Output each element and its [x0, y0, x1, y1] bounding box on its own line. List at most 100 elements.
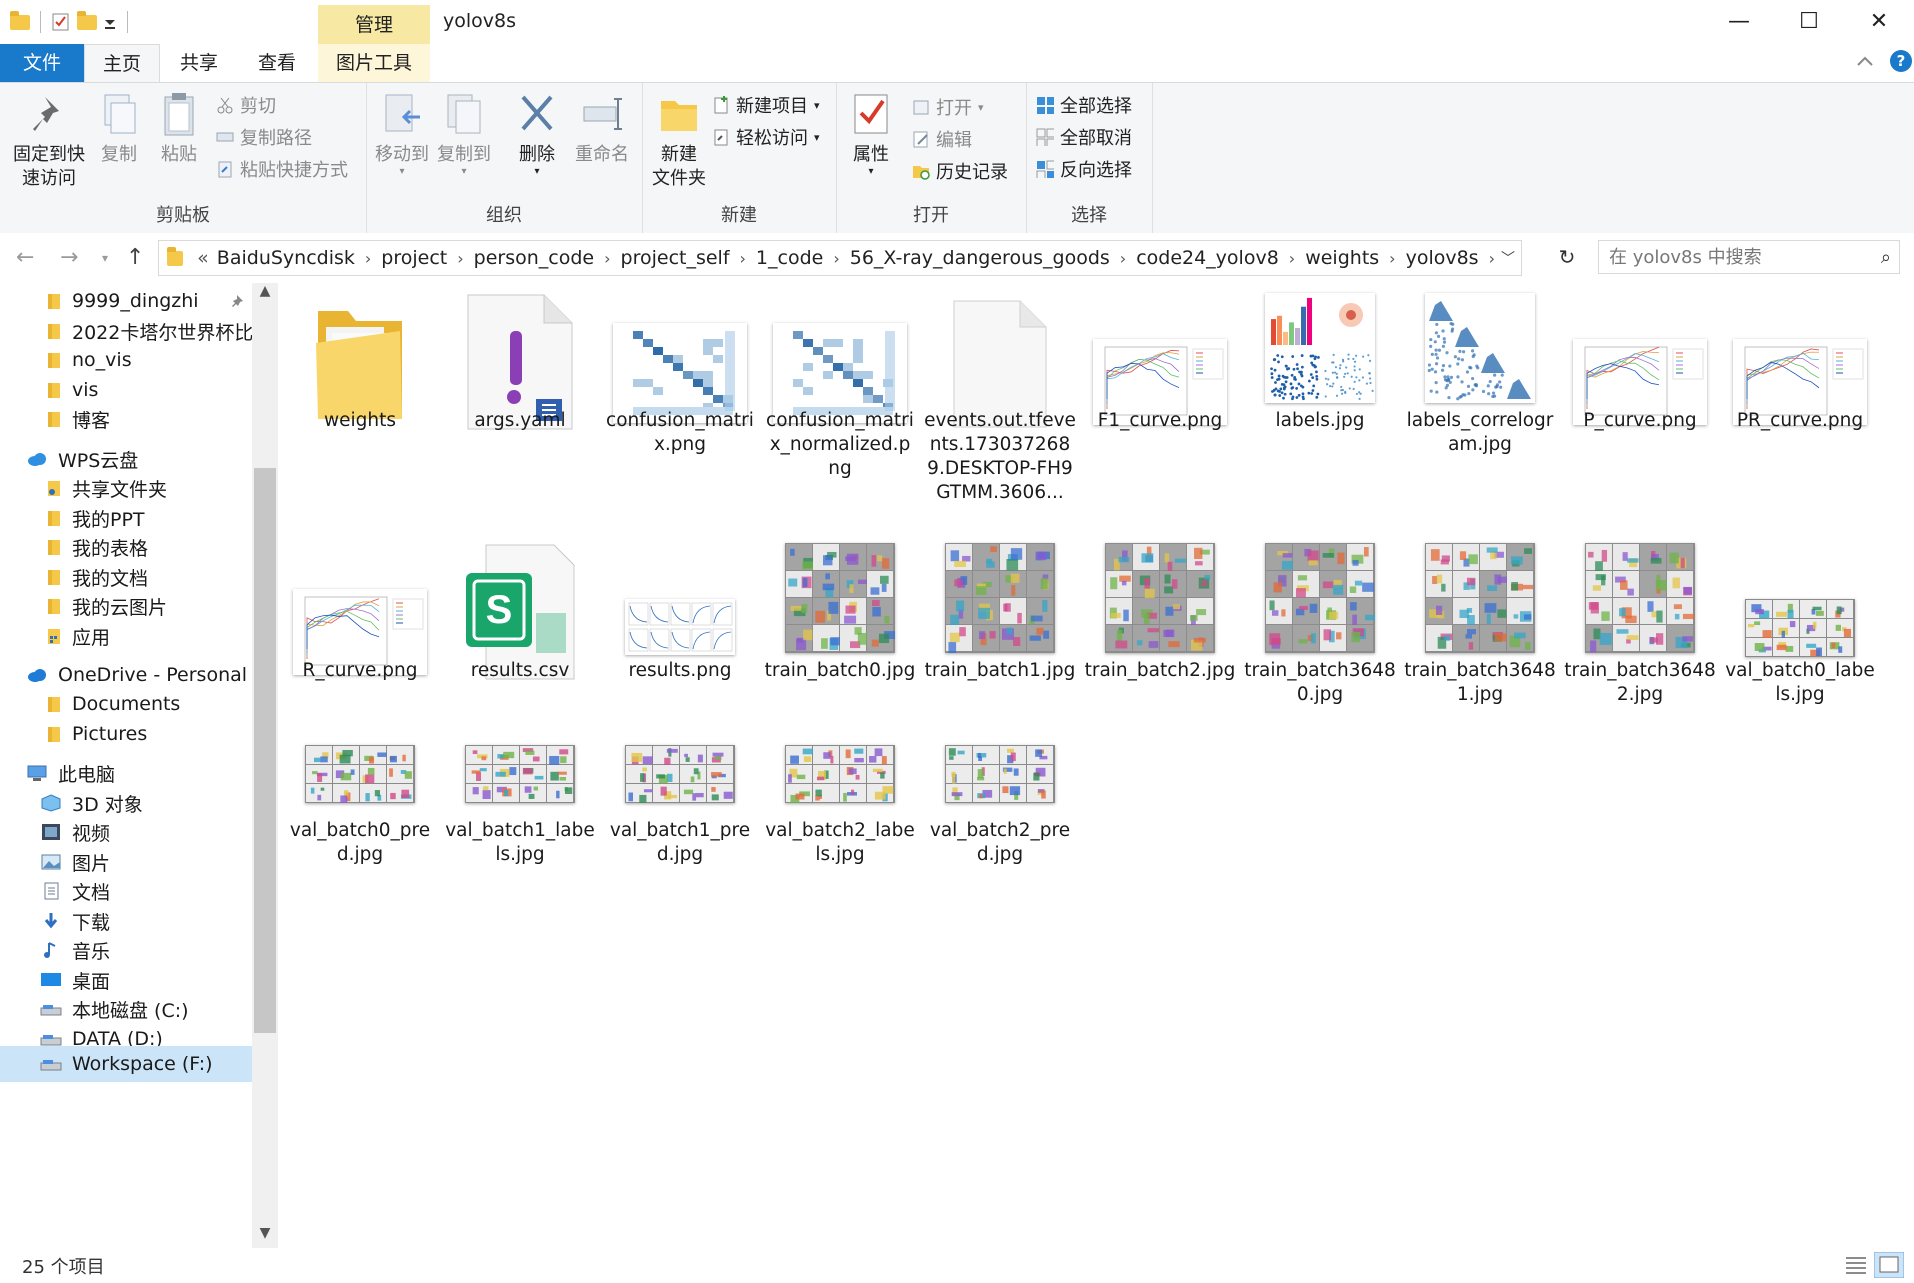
scrollbar-thumb[interactable]: [254, 468, 276, 1033]
file-item[interactable]: P_curve.png: [1564, 293, 1716, 513]
invert-selection-button[interactable]: 反向选择: [1036, 155, 1132, 183]
chevron-right-icon[interactable]: ›: [451, 249, 469, 268]
chevron-right-icon[interactable]: ›: [827, 249, 845, 268]
copy-to-button[interactable]: 复制到 ▾: [432, 91, 496, 177]
select-none-button[interactable]: 全部取消: [1036, 123, 1132, 151]
file-item[interactable]: train_batch2.jpg: [1084, 543, 1236, 763]
properties-button[interactable]: 属性 ▾: [846, 91, 896, 177]
rename-button[interactable]: 重命名: [570, 91, 634, 167]
file-item[interactable]: confusion_matrix.png: [604, 293, 756, 513]
file-item[interactable]: val_batch1_pred.jpg: [604, 745, 756, 965]
maximize-button[interactable]: ☐: [1774, 0, 1844, 44]
tab-view[interactable]: 查看: [238, 44, 316, 82]
sidebar-item[interactable]: Workspace (F:): [0, 1046, 252, 1082]
copy-path-button[interactable]: 复制路径: [216, 123, 312, 151]
pin-quick-access-button[interactable]: 固定到快 速访问: [8, 91, 90, 191]
file-item[interactable]: val_batch2_labels.jpg: [764, 745, 916, 965]
file-item[interactable]: train_batch36480.jpg: [1244, 543, 1396, 763]
breadcrumb-item[interactable]: weights: [1301, 247, 1383, 269]
chevron-right-icon[interactable]: ›: [1383, 249, 1401, 268]
address-bar[interactable]: « BaiduSyncdisk › project › person_code › proj…: [158, 240, 1522, 276]
collapse-ribbon-icon[interactable]: [1856, 54, 1874, 68]
chevron-right-icon[interactable]: ›: [1114, 249, 1132, 268]
edit-button[interactable]: 编辑: [912, 125, 972, 153]
file-item[interactable]: labels_correlogram.jpg: [1404, 293, 1556, 513]
breadcrumb-item[interactable]: 1_code: [752, 247, 827, 269]
new-item-button[interactable]: 新建项目 ▾: [712, 91, 820, 119]
select-all-button[interactable]: 全部选择: [1036, 91, 1132, 119]
folder-icon: [40, 597, 62, 615]
tab-picture-tools[interactable]: 图片工具: [318, 44, 430, 82]
sidebar-item[interactable]: 博客: [0, 401, 252, 437]
recent-locations-icon[interactable]: ▾: [102, 251, 108, 265]
customize-toolbar-icon[interactable]: [103, 12, 117, 32]
file-item[interactable]: train_batch36482.jpg: [1564, 543, 1716, 763]
breadcrumb-item[interactable]: project: [377, 247, 451, 269]
file-item[interactable]: val_batch1_labels.jpg: [444, 745, 596, 965]
tab-home[interactable]: 主页: [84, 44, 160, 82]
tab-file[interactable]: 文件: [0, 44, 84, 82]
history-button[interactable]: 历史记录: [912, 157, 1008, 185]
file-item[interactable]: weights: [284, 293, 436, 513]
file-item[interactable]: val_batch2_pred.jpg: [924, 745, 1076, 965]
easy-access-button[interactable]: 轻松访问 ▾: [712, 123, 820, 151]
back-arrow-icon[interactable]: ←: [16, 245, 34, 270]
file-item[interactable]: Sresults.csv: [444, 543, 596, 763]
search-input[interactable]: 在 yolov8s 中搜索 ⌕: [1598, 240, 1900, 274]
chevron-right-icon[interactable]: ›: [359, 249, 377, 268]
properties-icon[interactable]: [51, 12, 71, 32]
nav-scrollbar[interactable]: ▲ ▼: [252, 283, 278, 1248]
chevron-right-icon[interactable]: ›: [1283, 249, 1301, 268]
up-arrow-icon[interactable]: ↑: [126, 245, 144, 270]
sidebar-item[interactable]: Pictures: [0, 716, 252, 752]
scroll-up-icon[interactable]: ▲: [252, 283, 278, 299]
open-button[interactable]: 打开 ▾: [912, 93, 984, 121]
chevron-right-icon[interactable]: ›: [1483, 249, 1501, 268]
file-item[interactable]: F1_curve.png: [1084, 293, 1236, 513]
folder-icon[interactable]: [10, 10, 30, 30]
close-button[interactable]: ✕: [1844, 0, 1914, 44]
address-dropdown-icon[interactable]: ﹀: [1501, 248, 1515, 268]
file-item[interactable]: train_batch36481.jpg: [1404, 543, 1556, 763]
breadcrumb-item[interactable]: 56_X-ray_dangerous_goods: [846, 247, 1114, 269]
paste-button[interactable]: 粘贴: [154, 91, 204, 167]
file-item[interactable]: events.out.tfevents.1730372689.DESKTOP-F…: [924, 293, 1076, 513]
breadcrumb-item[interactable]: project_self: [617, 247, 734, 269]
cut-button[interactable]: 剪切: [216, 91, 276, 119]
file-item[interactable]: results.png: [604, 543, 756, 763]
tab-share[interactable]: 共享: [160, 44, 238, 82]
folder-icon: [40, 292, 62, 310]
image-thumbnail: [465, 745, 575, 803]
chevron-right-icon[interactable]: ›: [734, 249, 752, 268]
help-icon[interactable]: ?: [1890, 50, 1912, 72]
details-view-icon[interactable]: [1844, 1254, 1868, 1276]
breadcrumb-item[interactable]: person_code: [470, 247, 598, 269]
file-item[interactable]: labels.jpg: [1244, 293, 1396, 513]
file-item[interactable]: R_curve.png: [284, 543, 436, 763]
forward-arrow-icon[interactable]: →: [60, 245, 78, 270]
move-to-button[interactable]: 移动到 ▾: [370, 91, 434, 177]
file-item[interactable]: PR_curve.png: [1724, 293, 1876, 513]
sidebar-item[interactable]: 应用: [0, 618, 252, 654]
manage-contextual-tab[interactable]: 管理: [318, 5, 430, 44]
breadcrumb-item[interactable]: yolov8s: [1402, 247, 1483, 269]
copy-button[interactable]: 复制: [94, 91, 144, 167]
file-item[interactable]: val_batch0_labels.jpg: [1724, 543, 1876, 763]
new-folder-icon[interactable]: [77, 10, 97, 30]
breadcrumb-item[interactable]: BaiduSyncdisk: [213, 247, 359, 269]
scroll-down-icon[interactable]: ▼: [252, 1225, 278, 1241]
minimize-button[interactable]: —: [1704, 0, 1774, 44]
new-folder-button[interactable]: 新建 文件夹: [646, 91, 712, 191]
file-item[interactable]: train_batch1.jpg: [924, 543, 1076, 763]
breadcrumb-overflow[interactable]: «: [193, 247, 213, 269]
chevron-right-icon[interactable]: ›: [598, 249, 616, 268]
large-icons-view-icon[interactable]: [1874, 1252, 1904, 1278]
file-item[interactable]: train_batch0.jpg: [764, 543, 916, 763]
file-item[interactable]: confusion_matrix_normalized.png: [764, 293, 916, 513]
delete-button[interactable]: 删除 ▾: [512, 91, 562, 177]
file-item[interactable]: args.yaml: [444, 293, 596, 513]
refresh-icon[interactable]: ↻: [1548, 240, 1586, 274]
paste-shortcut-button[interactable]: 粘贴快捷方式: [216, 155, 348, 183]
file-item[interactable]: val_batch0_pred.jpg: [284, 745, 436, 965]
breadcrumb-item[interactable]: code24_yolov8: [1132, 247, 1283, 269]
